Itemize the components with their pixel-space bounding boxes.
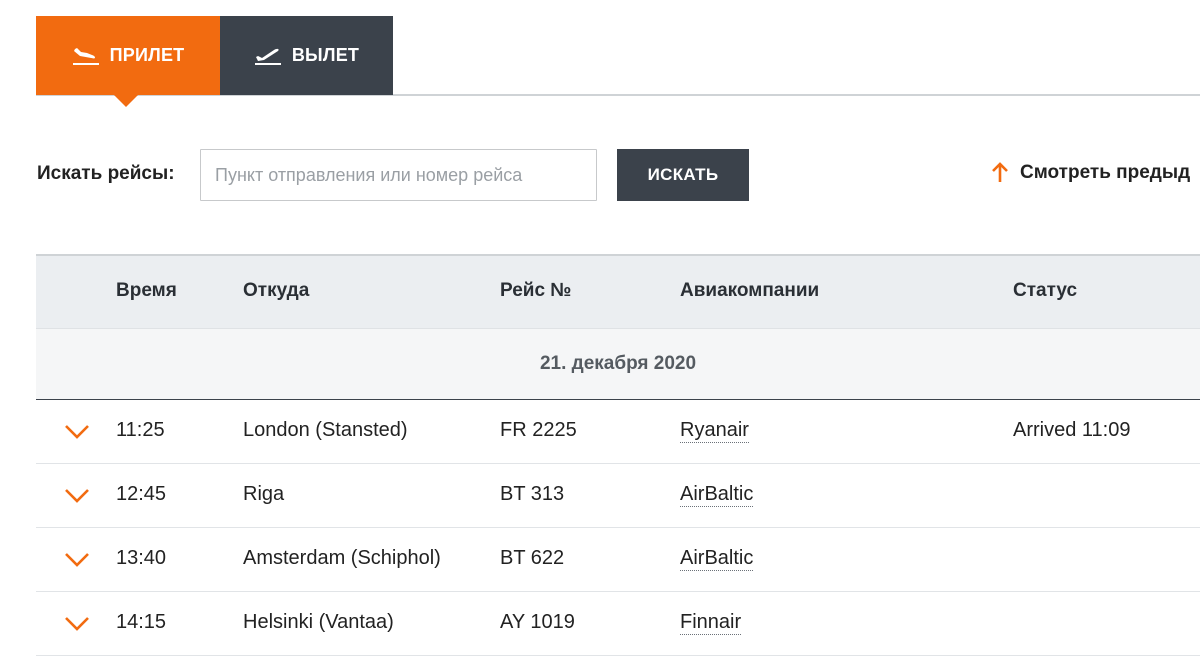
tab-arrivals-label: ПРИЛЕТ [109,45,185,65]
flight-tabs: ПРИЛЕТ ВЫЛЕТ [36,16,1200,107]
airline-link[interactable]: AirBaltic [680,483,754,507]
view-previous-label: Смотреть предыд [1020,162,1191,183]
cell-flight: BT 622 [500,547,565,569]
tab-departures-label: ВЫЛЕТ [291,45,360,65]
airline-link[interactable]: AirBaltic [680,547,754,571]
chevron-down-icon[interactable] [64,424,90,440]
date-label: 21. декабря 2020 [539,353,697,374]
search-button[interactable]: ИСКАТЬ [617,149,749,201]
header-airlines: Авиакомпании [680,280,820,301]
search-label: Искать рейсы: [37,163,175,184]
tab-departures[interactable]: ВЫЛЕТ [220,16,393,95]
header-from: Откуда [243,280,310,301]
table-row[interactable]: 12:45 Riga BT 313 AirBaltic [36,464,1200,528]
airline-link[interactable]: Finnair [680,611,742,635]
cell-time: 11:25 [116,419,165,441]
cell-flight: AY 1019 [500,611,575,633]
cell-time: 12:45 [116,483,167,505]
cell-status: Arrived 11:09 [1013,419,1131,441]
header-flight: Рейс № [500,280,572,301]
cell-from: London (Stansted) [243,419,408,441]
search-input[interactable] [200,149,597,201]
cell-from: Amsterdam (Schiphol) [243,547,441,569]
cell-from: Riga [243,483,285,505]
table-row[interactable]: 13:40 Amsterdam (Schiphol) BT 622 AirBal… [36,528,1200,592]
arrow-up-icon [992,162,1008,182]
plane-landing-icon [72,47,99,65]
table-header: Время Откуда Рейс № Авиакомпании Статус [36,254,1200,328]
cell-flight: FR 2225 [500,419,577,441]
chevron-down-icon[interactable] [64,488,90,504]
cell-time: 14:15 [116,611,167,633]
header-status: Статус [1013,280,1078,301]
flights-table: Время Откуда Рейс № Авиакомпании Статус … [36,254,1200,656]
header-time: Время [116,280,177,301]
date-group-header: 21. декабря 2020 [36,328,1200,400]
view-previous-link[interactable]: Смотреть предыд [990,162,1190,184]
table-row[interactable]: 14:15 Helsinki (Vantaa) AY 1019 Finnair [36,592,1200,656]
cell-time: 13:40 [116,547,167,569]
cell-flight: BT 313 [500,483,565,505]
chevron-down-icon[interactable] [64,552,90,568]
airline-link[interactable]: Ryanair [680,419,749,443]
tab-arrivals[interactable]: ПРИЛЕТ [36,16,220,107]
cell-from: Helsinki (Vantaa) [243,611,394,633]
table-row[interactable]: 11:25 London (Stansted) FR 2225 Ryanair … [36,400,1200,464]
plane-takeoff-icon [254,48,281,65]
